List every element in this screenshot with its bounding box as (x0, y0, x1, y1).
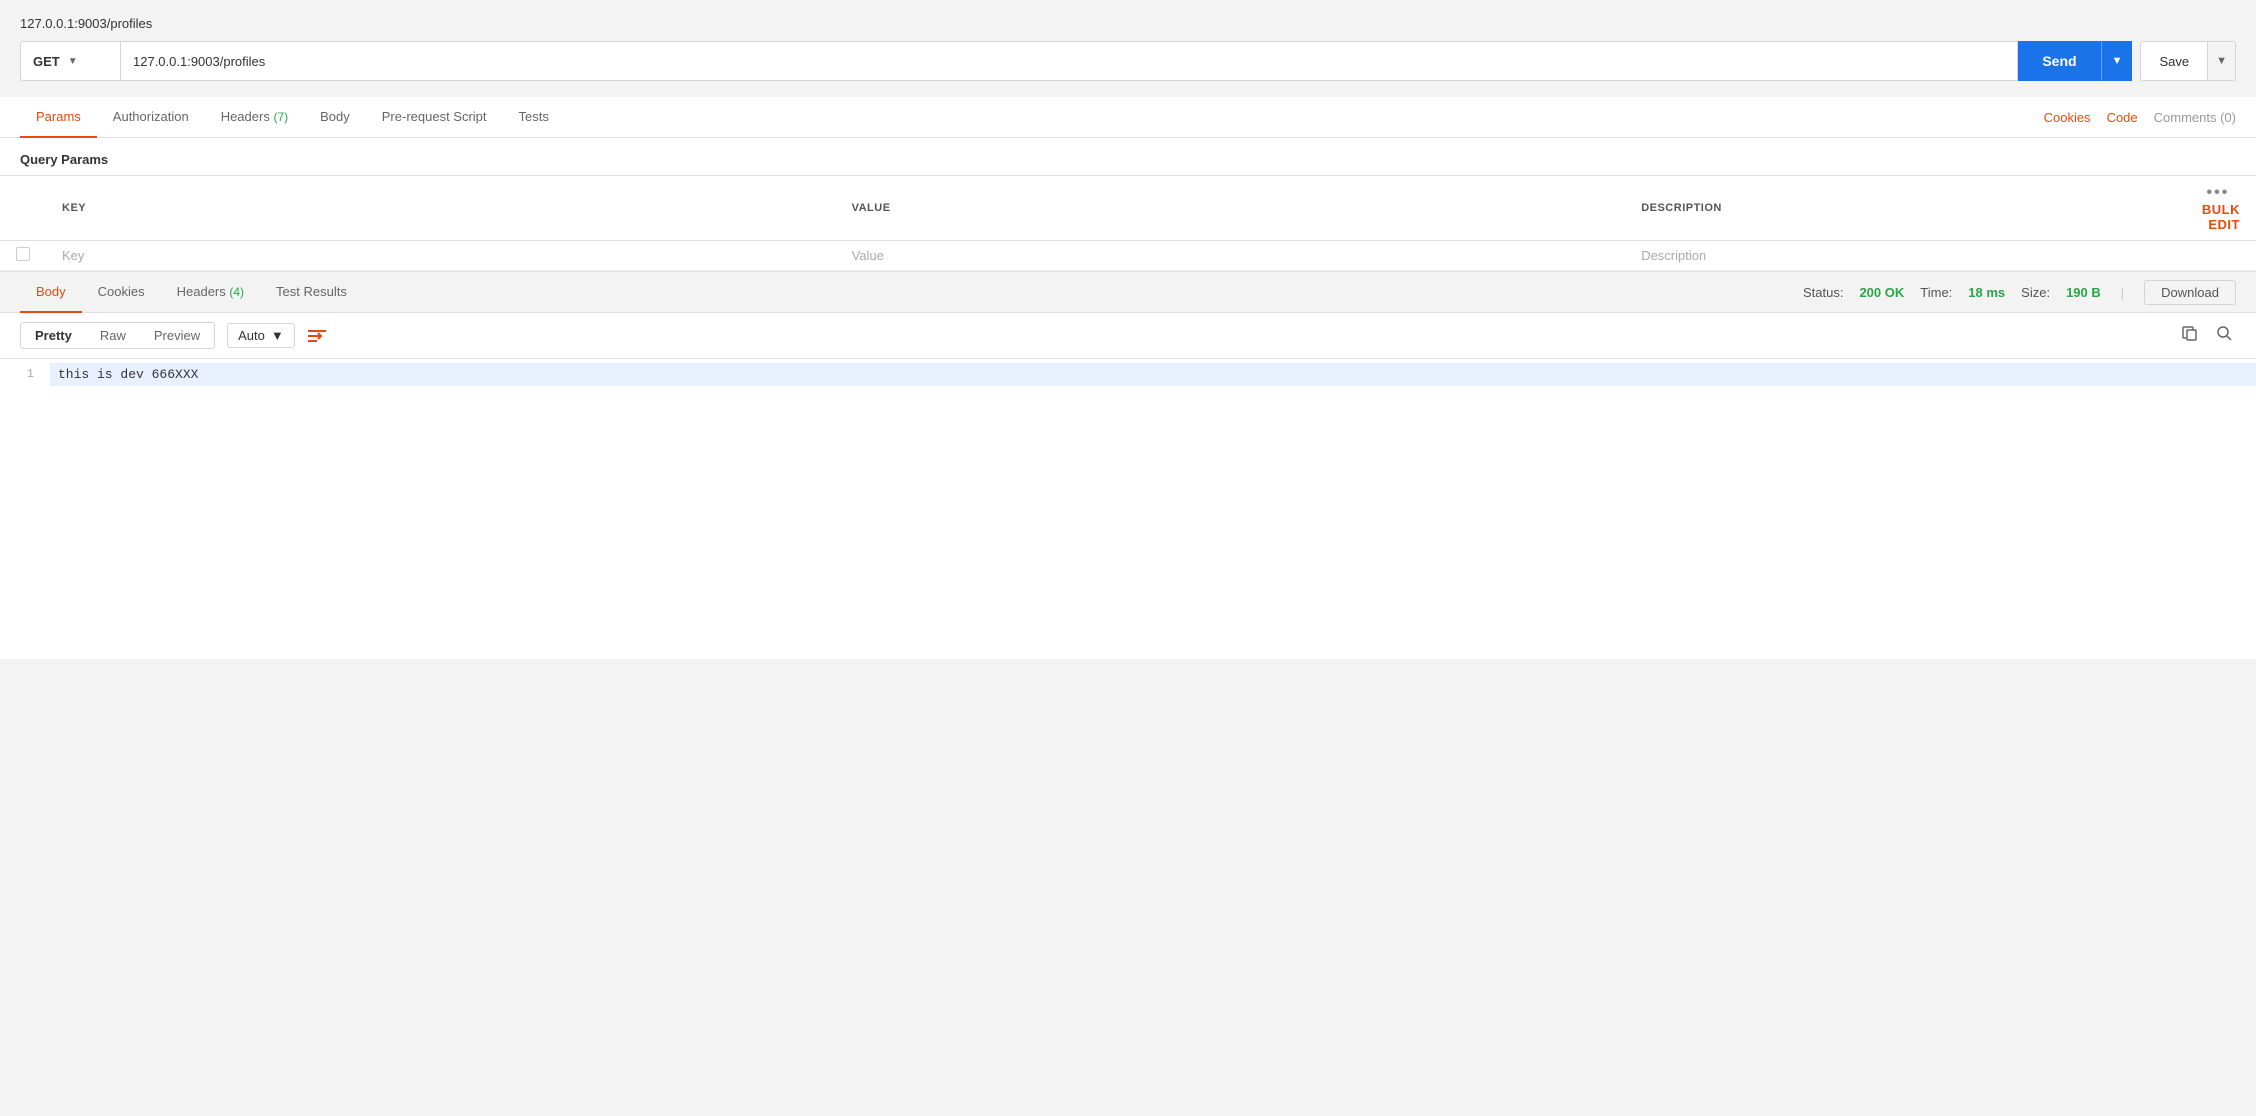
tab-tests[interactable]: Tests (503, 97, 565, 138)
page-title: 127.0.0.1:9003/profiles (0, 16, 2256, 41)
response-tab-headers[interactable]: Headers (4) (161, 272, 260, 313)
cookies-link[interactable]: Cookies (2044, 110, 2091, 125)
row-checkbox[interactable] (16, 247, 30, 261)
row-actions-cell (2176, 241, 2256, 271)
response-headers-badge: (4) (229, 285, 244, 299)
tab-params[interactable]: Params (20, 97, 97, 138)
tab-body[interactable]: Body (304, 97, 366, 138)
response-tab-body[interactable]: Body (20, 272, 82, 313)
method-chevron-icon: ▼ (68, 56, 78, 67)
auto-select[interactable]: Auto ▼ (227, 323, 295, 348)
size-value: 190 B (2066, 285, 2101, 300)
value-col-header: VALUE (836, 176, 1626, 241)
format-btn-group: Pretty Raw Preview (20, 322, 215, 349)
status-label: Status: (1803, 285, 1843, 300)
send-button[interactable]: Send (2018, 41, 2100, 81)
code-link[interactable]: Code (2107, 110, 2138, 125)
send-btn-group: Send ▼ (2018, 41, 2132, 81)
wrap-button[interactable] (307, 327, 327, 345)
toolbar-right (2178, 321, 2236, 350)
save-dropdown-button[interactable]: ▼ (2207, 41, 2236, 81)
tab-headers[interactable]: Headers (7) (205, 97, 304, 138)
response-toolbar: Pretty Raw Preview Auto ▼ (0, 313, 2256, 359)
app-container: 127.0.0.1:9003/profiles GET ▼ Send ▼ Sav… (0, 0, 2256, 1116)
bulk-edit-button[interactable]: Bulk Edit (2202, 202, 2240, 232)
response-status-bar: Status: 200 OK Time: 18 ms Size: 190 B |… (1803, 280, 2236, 305)
response-tab-test-results[interactable]: Test Results (260, 272, 363, 313)
send-dropdown-button[interactable]: ▼ (2101, 41, 2133, 81)
raw-button[interactable]: Raw (86, 323, 140, 348)
more-options-icon[interactable]: ••• (2207, 184, 2230, 201)
response-tab-cookies[interactable]: Cookies (82, 272, 161, 313)
save-btn-group: Save ▼ (2140, 41, 2236, 81)
auto-label: Auto (238, 328, 265, 343)
response-tabs-bar: Body Cookies Headers (4) Test Results St… (0, 272, 2256, 313)
request-bar: GET ▼ Send ▼ Save ▼ (0, 41, 2256, 97)
query-params-title: Query Params (0, 138, 2256, 175)
row-checkbox-cell (0, 241, 46, 271)
actions-col-header: ••• Bulk Edit (2176, 176, 2256, 241)
preview-button[interactable]: Preview (140, 323, 214, 348)
time-value: 18 ms (1968, 285, 2005, 300)
save-button[interactable]: Save (2140, 41, 2207, 81)
download-button[interactable]: Download (2144, 280, 2236, 305)
method-select[interactable]: GET ▼ (20, 41, 120, 81)
table-row: Key Value Description (0, 241, 2256, 271)
tab-right-actions: Cookies Code Comments (0) (2044, 110, 2236, 125)
description-cell[interactable]: Description (1625, 241, 2176, 271)
key-cell[interactable]: Key (46, 241, 836, 271)
status-value: 200 OK (1859, 285, 1904, 300)
checkbox-col-header (0, 176, 46, 241)
auto-chevron-icon: ▼ (271, 328, 284, 343)
pretty-button[interactable]: Pretty (21, 323, 86, 348)
key-col-header: KEY (46, 176, 836, 241)
desc-col-header: DESCRIPTION (1625, 176, 2176, 241)
value-cell[interactable]: Value (836, 241, 1626, 271)
response-body: 1 this is dev 666XXX (0, 359, 2256, 659)
line-content: this is dev 666XXX (50, 363, 2256, 386)
time-label: Time: (1920, 285, 1952, 300)
tab-authorization[interactable]: Authorization (97, 97, 205, 138)
method-label: GET (33, 54, 60, 69)
code-line: 1 this is dev 666XXX (0, 359, 2256, 390)
copy-button[interactable] (2178, 321, 2202, 350)
search-button[interactable] (2212, 321, 2236, 350)
line-number: 1 (0, 363, 50, 385)
comments-link[interactable]: Comments (0) (2154, 110, 2236, 125)
params-table: KEY VALUE DESCRIPTION ••• Bulk Edit (0, 175, 2256, 271)
tab-pre-request[interactable]: Pre-request Script (366, 97, 503, 138)
headers-badge: (7) (273, 110, 288, 124)
request-tabs-bar: Params Authorization Headers (7) Body Pr… (0, 97, 2256, 138)
size-label: Size: (2021, 285, 2050, 300)
url-input[interactable] (120, 41, 2018, 81)
query-params-section: Query Params KEY VALUE DESCRIPTION ••• B… (0, 138, 2256, 271)
